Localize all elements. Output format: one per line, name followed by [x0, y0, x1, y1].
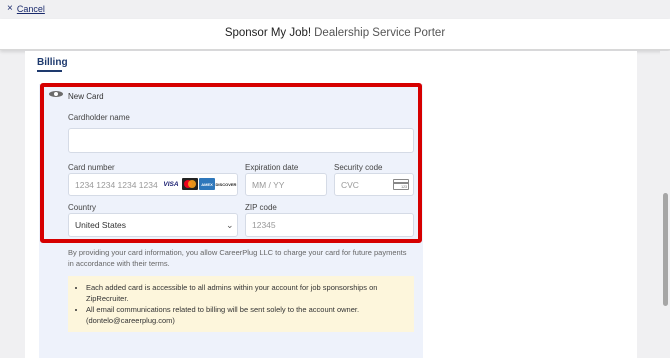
expiration-label: Expiration date: [245, 163, 299, 172]
billing-underline: [37, 70, 62, 72]
card-cvc-icon: [393, 179, 409, 190]
security-code-label: Security code: [334, 163, 383, 172]
discover-icon: DISCOVER: [216, 178, 236, 190]
notice-item: All email communications related to bill…: [86, 304, 406, 326]
country-select[interactable]: United States: [68, 213, 238, 237]
mastercard-icon: [182, 178, 198, 190]
scrollbar-thumb[interactable]: [663, 193, 668, 306]
card-brands: VISA AMEX DISCOVER: [161, 178, 236, 190]
card-number-label: Card number: [68, 163, 115, 172]
cancel-label: Cancel: [16, 3, 45, 14]
page-title: Sponsor My Job! Dealership Service Porter: [0, 27, 670, 39]
cancel-link[interactable]: × Cancel: [7, 3, 45, 14]
country-label: Country: [68, 203, 97, 212]
amex-icon: AMEX: [199, 178, 215, 190]
page-header: Sponsor My Job! Dealership Service Porter: [0, 19, 670, 50]
visa-icon: VISA: [161, 178, 181, 190]
close-icon: ×: [7, 3, 13, 14]
chevron-down-icon: ⌄: [226, 220, 234, 230]
top-bar: × Cancel: [0, 0, 670, 19]
page-title-job: Dealership Service Porter: [314, 27, 446, 39]
zip-label: ZIP code: [245, 203, 277, 212]
card-disclaimer: By providing your card information, you …: [68, 248, 407, 268]
zip-input[interactable]: 12345: [245, 213, 414, 237]
expiration-input[interactable]: MM / YY: [245, 173, 327, 196]
billing-notice: Each added card is accessible to all adm…: [68, 276, 414, 332]
billing-heading: Billing: [37, 57, 68, 68]
cardholder-label: Cardholder name: [68, 113, 130, 122]
new-card-label: New Card: [68, 92, 104, 101]
notice-item: Each added card is accessible to all adm…: [86, 282, 406, 304]
page-title-strong: Sponsor My Job!: [224, 27, 312, 39]
new-card-radio[interactable]: [49, 91, 63, 97]
cardholder-input[interactable]: [68, 128, 414, 153]
